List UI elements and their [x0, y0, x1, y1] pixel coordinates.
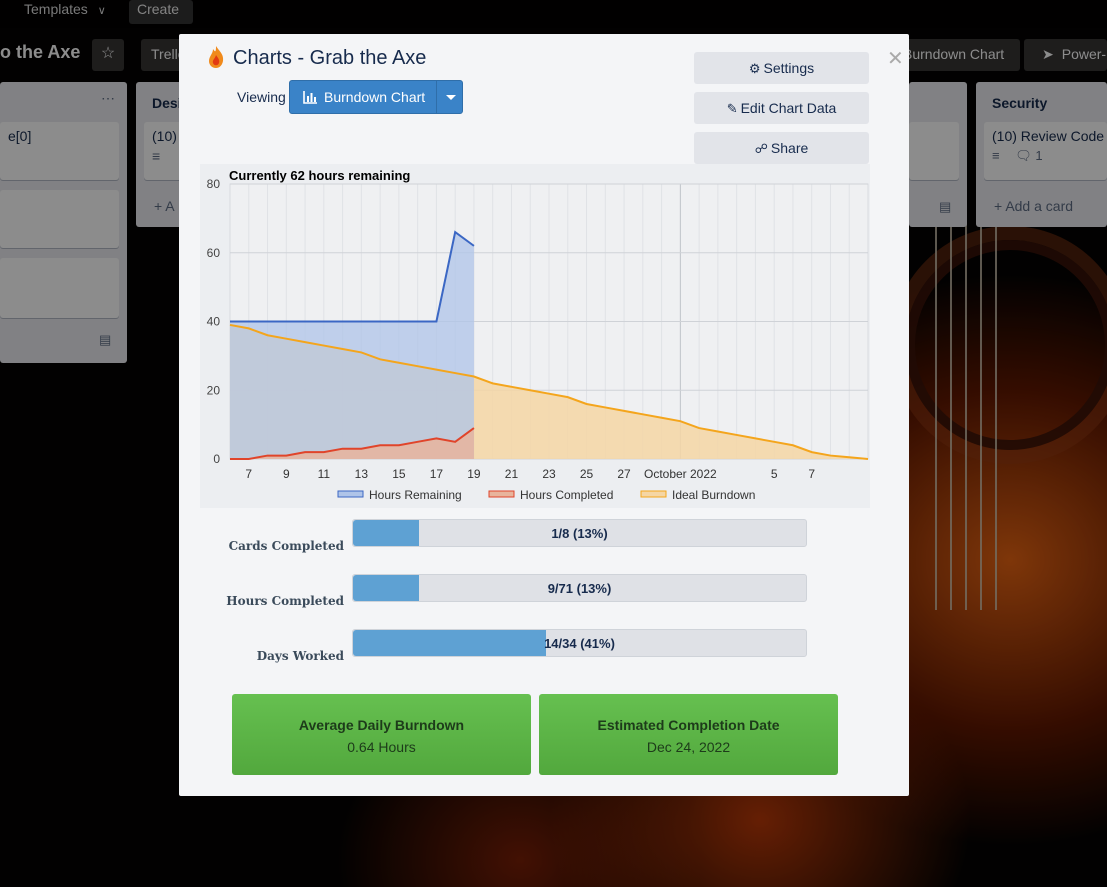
x-tick-label: 9: [283, 467, 290, 481]
chart-canvas: 0 20 40 60 80 7 9 11 13 15 17 19 21 23 25 27 October 202…: [207, 177, 869, 502]
x-tick-label: 23: [542, 467, 556, 481]
pencil-icon: ✎: [726, 101, 738, 116]
x-tick-label: 15: [392, 467, 406, 481]
legend-label: Hours Completed: [520, 488, 613, 502]
completion-date-value: Dec 24, 2022: [646, 739, 731, 755]
charts-modal: ✕ Charts - Grab the Axe Viewing Burndown…: [179, 34, 909, 796]
share-label: Share: [770, 140, 809, 156]
caret-down-icon[interactable]: [436, 81, 463, 113]
y-tick-label: 40: [207, 315, 221, 329]
average-burndown-value: 0.64 Hours: [347, 739, 416, 755]
y-tick-label: 60: [207, 246, 221, 260]
viewing-label: Viewing: [237, 89, 286, 105]
y-tick-label: 80: [207, 177, 221, 191]
modal-title: Charts - Grab the Axe: [233, 47, 427, 69]
x-tick-label: 13: [355, 467, 369, 481]
chart-type-dropdown[interactable]: Burndown Chart: [289, 80, 463, 114]
x-tick-label: 11: [318, 467, 331, 481]
x-tick-label: 25: [580, 467, 594, 481]
close-icon[interactable]: ✕: [887, 46, 904, 71]
progress-bar: 14/34 (41%): [352, 629, 807, 657]
edit-chart-data-button[interactable]: ✎ Edit Chart Data: [694, 92, 869, 124]
legend-swatch: [337, 490, 364, 498]
gear-icon: ⚙: [748, 61, 761, 76]
burndown-chart: Currently 62 hours remaining 0 20 40 60 80 7 9…: [200, 164, 870, 508]
share-button[interactable]: ☍ Share: [694, 132, 869, 164]
progress-text: 1/8 (13%): [551, 526, 608, 541]
average-burndown-title: Average Daily Burndown: [298, 717, 465, 733]
legend-label: Hours Remaining: [369, 488, 462, 502]
legend-swatch: [488, 490, 515, 498]
stat-label: Hours Completed: [226, 594, 344, 608]
y-tick-label: 0: [213, 452, 220, 466]
completion-date-title: Estimated Completion Date: [597, 717, 780, 733]
progress-bar: 9/71 (13%): [352, 574, 807, 602]
x-tick-label: 21: [505, 467, 519, 481]
x-tick-label: 17: [430, 467, 444, 481]
progress-text: 9/71 (13%): [547, 581, 612, 596]
x-tick-label: 19: [467, 467, 481, 481]
edit-label: Edit Chart Data: [740, 100, 837, 116]
chart-title: Currently 62 hours remaining: [229, 168, 411, 183]
bar-chart-icon: [303, 91, 317, 104]
share-icon: ☍: [754, 141, 768, 156]
settings-label: Settings: [763, 60, 815, 76]
average-daily-burndown-box: Average Daily Burndown 0.64 Hours: [232, 694, 531, 775]
progress-bar: 1/8 (13%): [352, 519, 807, 547]
x-tick-label: 5: [771, 467, 778, 481]
legend-label: Ideal Burndown: [672, 488, 755, 502]
legend-swatch: [640, 490, 667, 498]
chart-type-label: Burndown Chart: [324, 89, 426, 105]
x-tick-label: 7: [808, 467, 815, 481]
stat-label: Cards Completed: [228, 539, 344, 553]
progress-text: 14/34 (41%): [544, 636, 615, 651]
settings-button[interactable]: ⚙ Settings: [694, 52, 869, 84]
x-tick-label: 7: [245, 467, 252, 481]
y-tick-label: 20: [207, 383, 221, 397]
x-tick-label: 27: [617, 467, 631, 481]
estimated-completion-box: Estimated Completion Date Dec 24, 2022: [539, 694, 838, 775]
flame-icon: [209, 46, 224, 68]
stat-label: Days Worked: [256, 649, 344, 663]
x-tick-label: October 2022: [644, 467, 717, 481]
